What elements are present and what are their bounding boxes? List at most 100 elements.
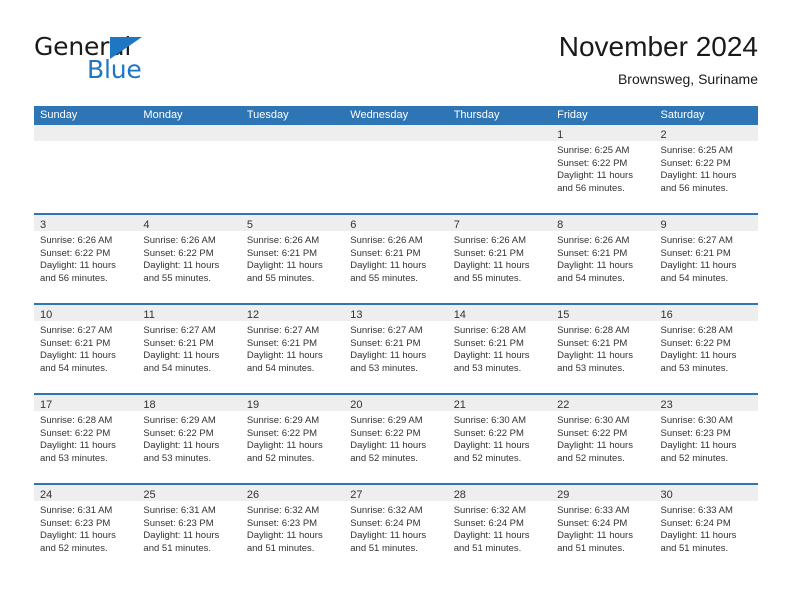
general-blue-logo[interactable]: General Blue [34,32,224,92]
calendar-day-cell[interactable]: 19 Sunrise: 6:29 AM Sunset: 6:22 PM Dayligh… [240,395,345,483]
calendar-day-cell[interactable]: 1 Sunrise: 6:25 AM Sunset: 6:22 PM Daylight… [551,125,655,213]
daylight-duration: Daylight: 11 hours and 54 minutes. [557,260,633,284]
day-number-band: 7 [447,215,552,231]
calendar-day-cell[interactable]: 10 Sunrise: 6:27 AM Sunset: 6:21 PM Dayligh… [34,305,138,393]
day-details: Sunrise: 6:29 AM Sunset: 6:22 PM Daylight:… [344,411,447,465]
day-details: Sunrise: 6:26 AM Sunset: 6:21 PM Daylight:… [241,231,344,285]
day-number-band: 17 [34,395,138,411]
calendar-day-cell[interactable]: 27 Sunrise: 6:32 AM Sunset: 6:24 PM Dayligh… [344,485,448,573]
calendar-day-cell[interactable]: 12 Sunrise: 6:27 AM Sunset: 6:21 PM Dayligh… [240,305,345,393]
day-number: 9 [660,219,667,231]
daylight-duration: Daylight: 11 hours and 51 minutes. [453,530,530,554]
sunset-time: Sunset: 6:23 PM [246,517,318,529]
sunrise-time: Sunrise: 6:26 AM [453,235,527,246]
daylight-duration: Daylight: 11 hours and 54 minutes. [143,350,220,374]
calendar-day-cell[interactable]: 21 Sunrise: 6:30 AM Sunset: 6:22 PM Dayligh… [447,395,552,483]
day-number: 26 [246,489,260,501]
calendar-day-cell[interactable]: 29 Sunrise: 6:33 AM Sunset: 6:24 PM Dayligh… [551,485,655,573]
sunrise-time: Sunrise: 6:30 AM [660,415,733,426]
calendar-day-cell[interactable]: 30 Sunrise: 6:33 AM Sunset: 6:24 PM Dayligh… [654,485,758,573]
sunrise-time: Sunrise: 6:28 AM [453,325,527,336]
day-details: Sunrise: 6:32 AM Sunset: 6:24 PM Daylight:… [344,501,447,555]
calendar-day-cell[interactable]: 13 Sunrise: 6:27 AM Sunset: 6:21 PM Dayligh… [344,305,448,393]
daylight-duration: Daylight: 11 hours and 56 minutes. [660,170,737,194]
daylight-duration: Daylight: 11 hours and 52 minutes. [453,440,530,464]
sunset-time: Sunset: 6:22 PM [40,427,111,439]
calendar-day-cell[interactable]: 8 Sunrise: 6:26 AM Sunset: 6:21 PM Daylight… [551,215,655,303]
sunset-time: Sunset: 6:21 PM [453,337,524,349]
day-number: 28 [453,489,466,501]
sunrise-time: Sunrise: 6:30 AM [557,415,630,426]
day-number: 22 [557,399,570,411]
sunrise-time: Sunrise: 6:32 AM [350,505,423,516]
calendar-day-cell[interactable]: 14 Sunrise: 6:28 AM Sunset: 6:21 PM Dayligh… [447,305,552,393]
daylight-duration: Daylight: 11 hours and 54 minutes. [660,260,737,284]
day-number-band: 8 [551,215,655,231]
day-number-band: 20 [344,395,448,411]
day-number: 25 [143,489,156,501]
calendar-day-cell[interactable]: 16 Sunrise: 6:28 AM Sunset: 6:22 PM Dayligh… [654,305,758,393]
calendar-day-cell[interactable]: 6 Sunrise: 6:26 AM Sunset: 6:21 PM Daylight… [344,215,448,303]
day-number: 1 [557,129,564,141]
page-location: Brownsweg, Suriname [617,71,758,87]
daylight-duration: Daylight: 11 hours and 54 minutes. [40,350,116,374]
calendar-grid: Sunday Monday Tuesday Wednesday Thursday Frid… [34,106,758,573]
day-details: Sunrise: 6:27 AM Sunset: 6:21 PM Daylight:… [34,321,137,375]
daylight-duration: Daylight: 11 hours and 51 minutes. [246,530,323,554]
sunset-time: Sunset: 6:22 PM [40,247,111,259]
calendar-day-cell[interactable]: 20 Sunrise: 6:29 AM Sunset: 6:22 PM Dayligh… [344,395,448,483]
day-number-band: 15 [551,305,655,321]
day-number: 21 [453,399,466,411]
calendar-page: General Blue November 2024 Brownsweg, Su… [0,0,792,612]
daylight-duration: Daylight: 11 hours and 52 minutes. [40,530,116,554]
calendar-day-cell[interactable]: 17 Sunrise: 6:28 AM Sunset: 6:22 PM Dayligh… [34,395,138,483]
calendar-day-cell[interactable]: 24 Sunrise: 6:31 AM Sunset: 6:23 PM Dayligh… [34,485,138,573]
day-number-band: 11 [137,305,241,321]
calendar-day-cell[interactable]: 9 Sunrise: 6:27 AM Sunset: 6:21 PM Daylight… [654,215,758,303]
daylight-duration: Daylight: 11 hours and 55 minutes. [143,260,220,284]
sunset-time: Sunset: 6:23 PM [660,427,731,439]
day-number-band: 26 [240,485,345,501]
weekday-header-wednesday: Wednesday [350,109,409,121]
day-number-band: 21 [447,395,552,411]
day-number: 11 [143,309,155,321]
weekday-header-row: Sunday Monday Tuesday Wednesday Thursday Frid… [34,106,758,125]
calendar-day-cell[interactable]: 11 Sunrise: 6:27 AM Sunset: 6:21 PM Dayligh… [137,305,241,393]
calendar-day-cell[interactable]: 7 Sunrise: 6:26 AM Sunset: 6:21 PM Daylight… [447,215,552,303]
calendar-day-cell[interactable]: 22 Sunrise: 6:30 AM Sunset: 6:22 PM Dayligh… [551,395,655,483]
calendar-day-cell[interactable]: 5 Sunrise: 6:26 AM Sunset: 6:21 PM Daylight… [240,215,345,303]
calendar-day-cell[interactable]: 25 Sunrise: 6:31 AM Sunset: 6:23 PM Dayligh… [137,485,241,573]
sunset-time: Sunset: 6:22 PM [660,337,731,349]
day-number-band: 2 [654,125,758,141]
calendar-day-cell[interactable]: 2 Sunrise: 6:25 AM Sunset: 6:22 PM Daylight… [654,125,758,213]
day-details: Sunrise: 6:31 AM Sunset: 6:23 PM Daylight:… [137,501,240,555]
daylight-duration: Daylight: 11 hours and 56 minutes. [557,170,633,194]
day-number-band: 28 [447,485,552,501]
calendar-day-cell[interactable]: 4 Sunrise: 6:26 AM Sunset: 6:22 PM Daylight… [137,215,241,303]
day-details: Sunrise: 6:32 AM Sunset: 6:24 PM Daylight:… [448,501,551,555]
calendar-day-cell[interactable]: 23 Sunrise: 6:30 AM Sunset: 6:23 PM Dayligh… [654,395,758,483]
day-number: 4 [143,219,150,231]
sunset-time: Sunset: 6:21 PM [557,247,628,259]
day-details: Sunrise: 6:28 AM Sunset: 6:21 PM Daylight:… [551,321,654,375]
calendar-weeks: 1 Sunrise: 6:25 AM Sunset: 6:22 PM Daylight… [34,125,758,573]
calendar-day-cell[interactable]: 18 Sunrise: 6:29 AM Sunset: 6:22 PM Dayligh… [137,395,241,483]
day-number: 27 [350,489,363,501]
sunset-time: Sunset: 6:23 PM [40,517,111,529]
day-number-band: 10 [34,305,138,321]
calendar-day-cell[interactable]: 28 Sunrise: 6:32 AM Sunset: 6:24 PM Dayligh… [447,485,552,573]
calendar-day-cell-empty [344,125,448,213]
day-details: Sunrise: 6:27 AM Sunset: 6:21 PM Daylight:… [344,321,447,375]
day-number-band [137,125,241,141]
day-number-band [240,125,345,141]
daylight-duration: Daylight: 11 hours and 52 minutes. [350,440,427,464]
day-details: Sunrise: 6:27 AM Sunset: 6:21 PM Daylight:… [241,321,344,375]
day-number-band [344,125,448,141]
weekday-header-saturday: Saturday [660,109,705,121]
calendar-day-cell[interactable]: 15 Sunrise: 6:28 AM Sunset: 6:21 PM Dayligh… [551,305,655,393]
daylight-duration: Daylight: 11 hours and 55 minutes. [246,260,323,284]
calendar-day-cell[interactable]: 3 Sunrise: 6:26 AM Sunset: 6:22 PM Daylight… [34,215,138,303]
calendar-day-cell[interactable]: 26 Sunrise: 6:32 AM Sunset: 6:23 PM Dayligh… [240,485,345,573]
day-number-band [34,125,138,141]
day-details: Sunrise: 6:33 AM Sunset: 6:24 PM Daylight:… [655,501,758,555]
